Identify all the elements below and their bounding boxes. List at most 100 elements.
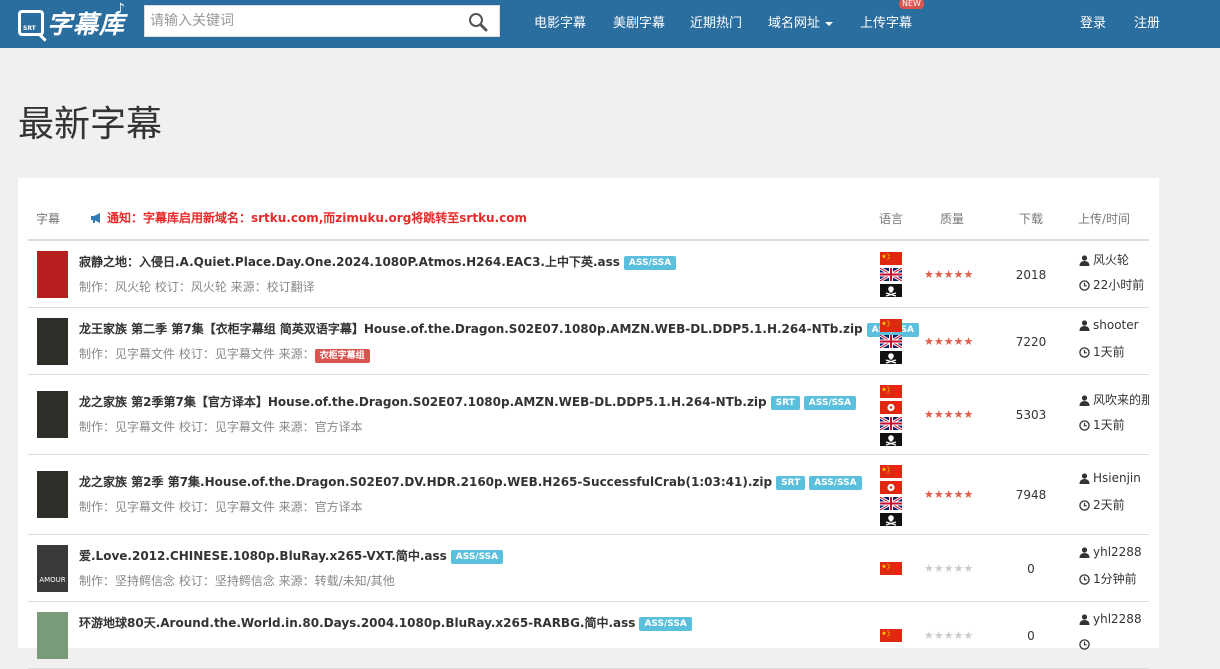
register-link[interactable]: 注册 (1134, 12, 1160, 31)
flag-uk-icon (880, 416, 902, 430)
user-icon (1079, 395, 1090, 406)
download-count: 7948 (1015, 488, 1047, 502)
flag-skull-icon (880, 432, 902, 446)
download-count: 2018 (1015, 267, 1047, 282)
table-row[interactable]: 龙之家族 第2季第7集【官方译本】House.of.the.Dragon.S02… (28, 375, 1149, 455)
table-row[interactable]: 龙王家族 第二季 第7集【衣柜字幕组 简英双语字幕】House.of.the.D… (28, 308, 1149, 375)
subtitle-title-link[interactable]: 寂静之地：入侵日.A.Quiet.Place.Day.One.2024.1080… (79, 255, 620, 269)
uploader[interactable]: 风吹来的那 (1079, 391, 1149, 408)
poster-text: AMOUR (39, 575, 66, 584)
search-input[interactable] (145, 6, 455, 36)
subtitle-title-link[interactable]: 环游地球80天.Around.the.World.in.80.Days.2004… (79, 616, 635, 630)
flag-skull-icon (880, 284, 902, 297)
clock-icon (1079, 638, 1090, 650)
flag-uk-icon (880, 496, 902, 510)
nav-upload-subtitles[interactable]: 上传字幕 (860, 12, 912, 31)
flag-cn-icon (880, 464, 902, 478)
poster-thumbnail[interactable]: AMOUR (37, 544, 68, 592)
source-badge[interactable]: 衣柜字幕组 (314, 348, 370, 363)
uploader[interactable]: yhl2288 (1079, 545, 1149, 559)
flag-uk-icon (880, 268, 902, 281)
poster-thumbnail[interactable] (37, 250, 68, 298)
music-note-icon: ♪ (116, 1, 125, 17)
format-tag: SRT (770, 396, 800, 410)
top-navbar: SRT 字幕库 ♪ 电影字幕 美剧字幕 近期热门 域名网址 上传字幕 NEW 登… (0, 0, 1220, 48)
subtitle-meta: 制作：风火轮 校订：风火轮 来源：校订翻译 (79, 279, 315, 294)
format-tag: ASS/SSA (623, 255, 677, 270)
site-logo[interactable]: SRT 字幕库 ♪ (18, 1, 125, 42)
subtitle-meta: 制作：见字幕文件 校订：见字幕文件 来源：官方译本 (79, 500, 363, 514)
format-tag: ASS/SSA (809, 476, 862, 490)
clock-icon (1079, 420, 1090, 431)
uploader-name: 风火轮 (1093, 252, 1130, 267)
flag-cn-icon (880, 629, 902, 642)
language-flags (880, 252, 902, 300)
login-link[interactable]: 登录 (1080, 12, 1106, 31)
uploader[interactable]: shooter (1079, 318, 1149, 332)
nav-domain-urls[interactable]: 域名网址 (768, 12, 834, 31)
download-count: 7220 (1015, 334, 1047, 349)
user-icon (1079, 613, 1090, 625)
upload-time-text: 1分钟前 (1093, 571, 1137, 586)
flag-cn-icon (880, 562, 902, 575)
nav-domain-label: 域名网址 (768, 16, 821, 31)
table-row[interactable]: AMOUR 爱.Love.2012.CHINESE.1080p.BluRay.x2… (28, 535, 1149, 602)
upload-time: 1天前 (1079, 416, 1125, 433)
flag-uk-icon (880, 335, 902, 348)
header-language: 语言 (879, 212, 904, 226)
nav-recent-hot[interactable]: 近期热门 (690, 12, 742, 31)
upload-time: 1天前 (1079, 343, 1125, 360)
nav-movie-subtitles[interactable]: 电影字幕 (534, 12, 586, 31)
subtitle-title-link[interactable]: 龙之家族 第2季 第7集.House.of.the.Dragon.S02E07.… (79, 475, 772, 489)
search-box (144, 5, 500, 37)
flag-cn-icon (880, 384, 902, 398)
subtitle-title-link[interactable]: 龙王家族 第二季 第7集【衣柜字幕组 简英双语字幕】House.of.the.D… (79, 322, 863, 336)
table-row[interactable]: 龙之家族 第2季 第7集.House.of.the.Dragon.S02E07.… (28, 455, 1149, 535)
nav-tv-subtitles[interactable]: 美剧字幕 (613, 12, 665, 31)
subtitle-title-link[interactable]: 龙之家族 第2季第7集【官方译本】House.of.the.Dragon.S02… (79, 395, 767, 409)
subtitle-title-link[interactable]: 爱.Love.2012.CHINESE.1080p.BluRay.x265-VX… (79, 549, 447, 563)
header-downloads: 下载 (1019, 212, 1044, 226)
flag-hk-icon (880, 480, 902, 494)
poster-thumbnail[interactable] (37, 611, 68, 659)
download-count: 0 (1027, 628, 1035, 643)
uploader-name: yhl2288 (1093, 611, 1142, 626)
user-icon (1079, 319, 1090, 331)
flag-skull-icon (880, 351, 902, 364)
logo-icon: SRT (18, 10, 44, 36)
poster-thumbnail[interactable] (37, 471, 68, 518)
quality-stars: ★★★★★ (924, 408, 974, 421)
quality-stars: ★★★★★ (924, 267, 974, 281)
format-tag: ASS/SSA (450, 549, 504, 564)
upload-time (1079, 637, 1093, 651)
upload-time: 1分钟前 (1079, 570, 1137, 587)
uploader[interactable]: Hsienjin (1079, 471, 1149, 485)
notice-text: 通知：字幕库启用新域名：srtku.com,而zimuku.org将跳转至srt… (107, 211, 528, 225)
user-icon (1079, 473, 1090, 484)
table-row[interactable]: 寂静之地：入侵日.A.Quiet.Place.Day.One.2024.1080… (28, 241, 1149, 308)
megaphone-icon (91, 213, 100, 223)
uploader[interactable]: yhl2288 (1079, 612, 1149, 626)
language-flags (880, 629, 902, 645)
upload-time: 2天前 (1079, 496, 1125, 513)
poster-thumbnail[interactable] (37, 391, 68, 438)
poster-thumbnail[interactable] (37, 317, 68, 365)
download-count: 0 (1027, 561, 1035, 576)
language-flags (880, 384, 902, 449)
quality-stars: ★★★★★ (924, 334, 974, 348)
subtitle-meta: 制作：坚持鳄信念 校订：坚持鳄信念 来源：转载/未知/其他 (79, 573, 395, 588)
uploader[interactable]: 风火轮 (1079, 251, 1149, 268)
search-icon[interactable] (467, 11, 489, 33)
subtitle-meta: 制作：见字幕文件 校订：见字幕文件 来源： (79, 346, 315, 361)
clock-icon (1079, 500, 1090, 511)
flag-cn-icon (880, 252, 902, 265)
page-title: 最新字幕 (18, 104, 163, 145)
download-count: 5303 (1015, 408, 1047, 422)
clock-icon (1079, 279, 1090, 291)
quality-stars: ★★★★★ (924, 628, 974, 642)
flag-skull-icon (880, 512, 902, 526)
quality-stars: ★★★★★ (924, 488, 974, 501)
caret-down-icon (825, 21, 834, 26)
user-icon (1079, 254, 1090, 266)
table-row[interactable]: 环游地球80天.Around.the.World.in.80.Days.2004… (28, 602, 1149, 669)
